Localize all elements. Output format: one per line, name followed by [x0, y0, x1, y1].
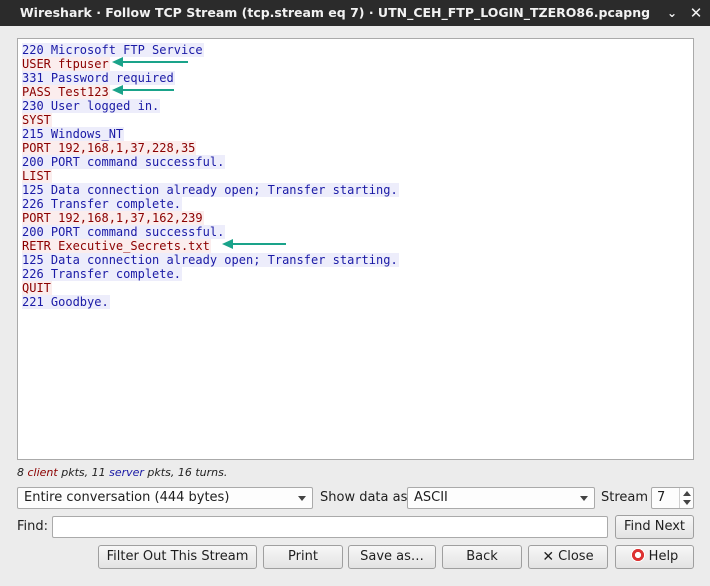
spin-down-icon[interactable]	[683, 500, 691, 505]
stream-line-text: 226 Transfer complete.	[22, 197, 182, 211]
annotation-arrow-pass	[112, 85, 174, 95]
minimize-icon[interactable]: ⌄	[662, 3, 682, 23]
stream-line-text: 125 Data connection already open; Transf…	[22, 183, 399, 197]
stream-line-text: QUIT	[22, 281, 52, 295]
client-stream-line: LIST	[22, 169, 689, 183]
lifebuoy-help-icon	[630, 548, 645, 562]
stream-line-text: 215 Windows_NT	[22, 127, 125, 141]
spin-arrows[interactable]	[679, 488, 693, 508]
stream-stats: 8 client pkts, 11 server pkts, 16 turns.	[17, 466, 227, 480]
server-stream-line: 125 Data connection already open; Transf…	[22, 183, 689, 197]
pkts-sep: pkts,	[57, 466, 92, 479]
spin-up-icon[interactable]	[683, 491, 691, 496]
stream-number-spinbox[interactable]: 7	[651, 487, 694, 509]
arrow-shaft	[122, 61, 188, 63]
chevron-down-icon	[580, 496, 588, 501]
client-count: 8	[17, 466, 24, 479]
window-close-icon[interactable]: ✕	[686, 3, 706, 23]
title-bar[interactable]: Wireshark · Follow TCP Stream (tcp.strea…	[0, 0, 710, 26]
help-button-label: Help	[648, 549, 679, 564]
stream-line-text: 125 Data connection already open; Transf…	[22, 253, 399, 267]
client-stream-line: PORT 192,168,1,37,162,239	[22, 211, 689, 225]
data-format-select[interactable]: ASCII	[407, 487, 595, 509]
back-button[interactable]: Back	[442, 545, 522, 569]
stream-line-text: 220 Microsoft FTP Service	[22, 43, 204, 57]
stream-line-text: 200 PORT command successful.	[22, 225, 226, 239]
server-stream-line: 200 PORT command successful.	[22, 225, 689, 239]
stream-number-value: 7	[657, 490, 666, 505]
client-stream-line: RETR Executive_Secrets.txt	[22, 239, 689, 253]
stream-line-text: 230 User logged in.	[22, 99, 161, 113]
save-as-button[interactable]: Save as…	[348, 545, 436, 569]
stream-content-area[interactable]: 220 Microsoft FTP Service USER ftpuser 331…	[17, 38, 694, 460]
server-stream-line: 200 PORT command successful.	[22, 155, 689, 169]
server-word: server	[109, 466, 144, 479]
find-next-button[interactable]: Find Next	[615, 515, 694, 539]
stream-label: Stream	[601, 490, 649, 505]
server-stream-line: 230 User logged in.	[22, 99, 689, 113]
follow-tcp-stream-window: Wireshark · Follow TCP Stream (tcp.strea…	[0, 0, 710, 586]
window-title: Wireshark · Follow TCP Stream (tcp.strea…	[19, 5, 651, 20]
conversation-select-value: Entire conversation (444 bytes)	[24, 490, 230, 505]
server-count: 11	[91, 466, 106, 479]
stream-line-text: 331 Password required	[22, 71, 175, 85]
close-x-icon: ✕	[542, 549, 555, 565]
stream-line-text: PASS Test123	[22, 85, 110, 99]
data-format-value: ASCII	[414, 490, 448, 505]
stats-tail: pkts, 16 turns.	[143, 466, 228, 479]
server-stream-line: 215 Windows_NT	[22, 127, 689, 141]
close-button-label: Close	[558, 549, 594, 564]
stream-line-text: 221 Goodbye.	[22, 295, 110, 309]
server-stream-line: 226 Transfer complete.	[22, 267, 689, 281]
conversation-select[interactable]: Entire conversation (444 bytes)	[17, 487, 313, 509]
stream-line-text: PORT 192,168,1,37,162,239	[22, 211, 204, 225]
show-data-label: Show data as	[320, 490, 408, 505]
stream-line-text: PORT 192,168,1,37,228,35	[22, 141, 197, 155]
help-button[interactable]: Help	[615, 545, 694, 569]
stream-line-text: RETR Executive_Secrets.txt	[22, 239, 211, 253]
server-stream-line: 331 Password required	[22, 71, 689, 85]
server-stream-line: 226 Transfer complete.	[22, 197, 689, 211]
find-input[interactable]	[52, 516, 608, 538]
server-stream-line: 220 Microsoft FTP Service	[22, 43, 689, 57]
arrow-shaft	[232, 243, 286, 245]
client-stream-line: PORT 192,168,1,37,228,35	[22, 141, 689, 155]
server-stream-line: 221 Goodbye.	[22, 295, 689, 309]
chevron-down-icon	[298, 496, 306, 501]
stream-line-text: LIST	[22, 169, 52, 183]
client-stream-line: QUIT	[22, 281, 689, 295]
print-button[interactable]: Print	[263, 545, 343, 569]
stream-line-text: SYST	[22, 113, 52, 127]
client-stream-line: SYST	[22, 113, 689, 127]
close-button[interactable]: ✕ Close	[528, 545, 608, 569]
stream-line-text: 200 PORT command successful.	[22, 155, 226, 169]
annotation-arrow-user	[112, 57, 188, 67]
arrow-shaft	[122, 89, 174, 91]
filter-out-stream-button[interactable]: Filter Out This Stream	[98, 545, 257, 569]
find-label: Find:	[17, 519, 49, 534]
stream-line-text: USER ftpuser	[22, 57, 110, 71]
server-stream-line: 125 Data connection already open; Transf…	[22, 253, 689, 267]
client-word: client	[27, 466, 58, 479]
stream-line-text: 226 Transfer complete.	[22, 267, 182, 281]
annotation-arrow-retr	[222, 239, 286, 249]
